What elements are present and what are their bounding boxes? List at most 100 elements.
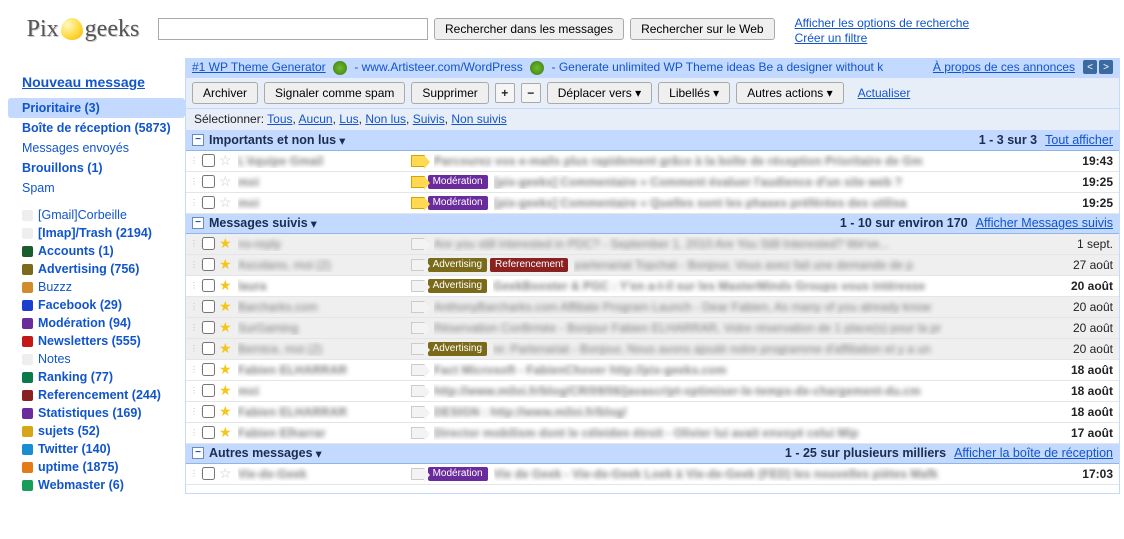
sidebar-label[interactable]: Facebook (29): [8, 296, 185, 314]
drag-handle-icon[interactable]: ⋮⋮: [190, 323, 198, 332]
create-filter-link[interactable]: Créer un filtre: [795, 31, 868, 45]
importance-marker[interactable]: [408, 259, 428, 271]
search-web-button[interactable]: Rechercher sur le Web: [630, 18, 775, 40]
sidebar-label[interactable]: [Gmail]Corbeille: [8, 206, 185, 224]
sidebar-label[interactable]: Webmaster (6): [8, 476, 185, 494]
sidebar-label[interactable]: uptime (1875): [8, 458, 185, 476]
drag-handle-icon[interactable]: ⋮⋮: [190, 428, 198, 437]
drag-handle-icon[interactable]: ⋮⋮: [190, 386, 198, 395]
select-option[interactable]: Lus: [339, 112, 358, 126]
row-checkbox[interactable]: [202, 175, 215, 188]
mail-row[interactable]: ⋮⋮★lauraAdvertisingGeekBooster & PGC : Y…: [186, 276, 1119, 297]
mail-row[interactable]: ⋮⋮☆moiModération[pix-geeks] Commentaire …: [186, 172, 1119, 193]
plus-button[interactable]: +: [495, 83, 515, 103]
star-icon[interactable]: ☆: [219, 465, 232, 482]
importance-marker[interactable]: [408, 176, 428, 188]
labels-button[interactable]: Libellés ▾: [658, 82, 730, 104]
sidebar-label[interactable]: Statistiques (169): [8, 404, 185, 422]
sidebar-label[interactable]: Advertising (756): [8, 260, 185, 278]
minus-button[interactable]: −: [521, 83, 541, 103]
drag-handle-icon[interactable]: ⋮⋮: [190, 344, 198, 353]
sidebar-label[interactable]: Referencement (244): [8, 386, 185, 404]
star-icon[interactable]: ★: [219, 256, 232, 273]
sidebar-label[interactable]: Newsletters (555): [8, 332, 185, 350]
mail-row[interactable]: ⋮⋮★Fabien ELHARRARDESIGN : http://www.mi…: [186, 402, 1119, 423]
row-checkbox[interactable]: [202, 258, 215, 271]
star-icon[interactable]: ★: [219, 235, 232, 252]
sidebar-label[interactable]: Twitter (140): [8, 440, 185, 458]
sidebar-label[interactable]: sujets (52): [8, 422, 185, 440]
drag-handle-icon[interactable]: ⋮⋮: [190, 156, 198, 165]
star-icon[interactable]: ★: [219, 298, 232, 315]
importance-marker[interactable]: [408, 406, 428, 418]
select-option[interactable]: Suivis: [413, 112, 445, 126]
drag-handle-icon[interactable]: ⋮⋮: [190, 198, 198, 207]
drag-handle-icon[interactable]: ⋮⋮: [190, 469, 198, 478]
mail-row[interactable]: ⋮⋮★Fabien ElharrarDirector mobilism dont…: [186, 423, 1119, 444]
mail-row[interactable]: ⋮⋮★no-replyAre you still interested in P…: [186, 234, 1119, 255]
row-checkbox[interactable]: [202, 363, 215, 376]
importance-marker[interactable]: [408, 343, 428, 355]
star-icon[interactable]: ★: [219, 424, 232, 441]
importance-marker[interactable]: [408, 364, 428, 376]
importance-marker[interactable]: [408, 427, 428, 439]
mail-row[interactable]: ⋮⋮☆moiModération[pix-geeks] Commentaire …: [186, 193, 1119, 214]
row-checkbox[interactable]: [202, 279, 215, 292]
row-checkbox[interactable]: [202, 300, 215, 313]
section-link[interactable]: Afficher Messages suivis: [976, 216, 1113, 230]
row-checkbox[interactable]: [202, 426, 215, 439]
importance-marker[interactable]: [408, 301, 428, 313]
collapse-icon[interactable]: −: [192, 217, 204, 229]
importance-marker[interactable]: [408, 385, 428, 397]
search-messages-button[interactable]: Rechercher dans les messages: [434, 18, 624, 40]
sidebar-item[interactable]: Brouillons (1): [8, 158, 185, 178]
sidebar-label[interactable]: Ranking (77): [8, 368, 185, 386]
star-icon[interactable]: ☆: [219, 194, 232, 211]
row-checkbox[interactable]: [202, 384, 215, 397]
sidebar-item[interactable]: Prioritaire (3): [8, 98, 185, 118]
mail-row[interactable]: ⋮⋮★Bernice, moi (2)Advertisingre: Parten…: [186, 339, 1119, 360]
about-ads-link[interactable]: À propos de ces annonces: [933, 60, 1075, 74]
sidebar-label[interactable]: Accounts (1): [8, 242, 185, 260]
section-link[interactable]: Tout afficher: [1045, 133, 1113, 147]
collapse-icon[interactable]: −: [192, 134, 204, 146]
more-actions-button[interactable]: Autres actions ▾: [736, 82, 843, 104]
importance-marker[interactable]: [408, 155, 428, 167]
select-option[interactable]: Tous: [267, 112, 292, 126]
importance-marker[interactable]: [408, 322, 428, 334]
row-checkbox[interactable]: [202, 321, 215, 334]
importance-marker[interactable]: [408, 280, 428, 292]
caret-down-icon[interactable]: ▾: [339, 133, 345, 148]
star-icon[interactable]: ★: [219, 403, 232, 420]
star-icon[interactable]: ☆: [219, 173, 232, 190]
delete-button[interactable]: Supprimer: [411, 82, 488, 104]
select-option[interactable]: Non lus: [365, 112, 406, 126]
caret-down-icon[interactable]: ▾: [316, 446, 322, 461]
drag-handle-icon[interactable]: ⋮⋮: [190, 177, 198, 186]
search-input[interactable]: [158, 18, 428, 40]
ad-link[interactable]: #1 WP Theme Generator: [192, 60, 326, 74]
archive-button[interactable]: Archiver: [192, 82, 258, 104]
mail-row[interactable]: ⋮⋮★Ascolano, moi (2)AdvertisingReference…: [186, 255, 1119, 276]
mail-row[interactable]: ⋮⋮☆L'équipe GmailParcourez vos e-mails p…: [186, 151, 1119, 172]
star-icon[interactable]: ★: [219, 382, 232, 399]
row-checkbox[interactable]: [202, 467, 215, 480]
drag-handle-icon[interactable]: ⋮⋮: [190, 239, 198, 248]
sidebar-label[interactable]: Buzzz: [8, 278, 185, 296]
row-checkbox[interactable]: [202, 154, 215, 167]
sidebar-label[interactable]: Modération (94): [8, 314, 185, 332]
compose-button[interactable]: Nouveau message: [22, 74, 145, 90]
row-checkbox[interactable]: [202, 196, 215, 209]
mail-row[interactable]: ⋮⋮★Barcharks.comAnthonyBarcharks.com Aff…: [186, 297, 1119, 318]
collapse-icon[interactable]: −: [192, 447, 204, 459]
sidebar-item[interactable]: Spam: [8, 178, 185, 198]
row-checkbox[interactable]: [202, 237, 215, 250]
importance-marker[interactable]: [408, 468, 428, 480]
refresh-link[interactable]: Actualiser: [858, 86, 911, 100]
section-link[interactable]: Afficher la boîte de réception: [954, 446, 1113, 460]
select-option[interactable]: Non suivis: [451, 112, 506, 126]
importance-marker[interactable]: [408, 197, 428, 209]
mail-row[interactable]: ⋮⋮★Fabien ELHARRARFact Microsoft - Fabie…: [186, 360, 1119, 381]
ad-next-button[interactable]: >: [1099, 60, 1113, 74]
drag-handle-icon[interactable]: ⋮⋮: [190, 260, 198, 269]
